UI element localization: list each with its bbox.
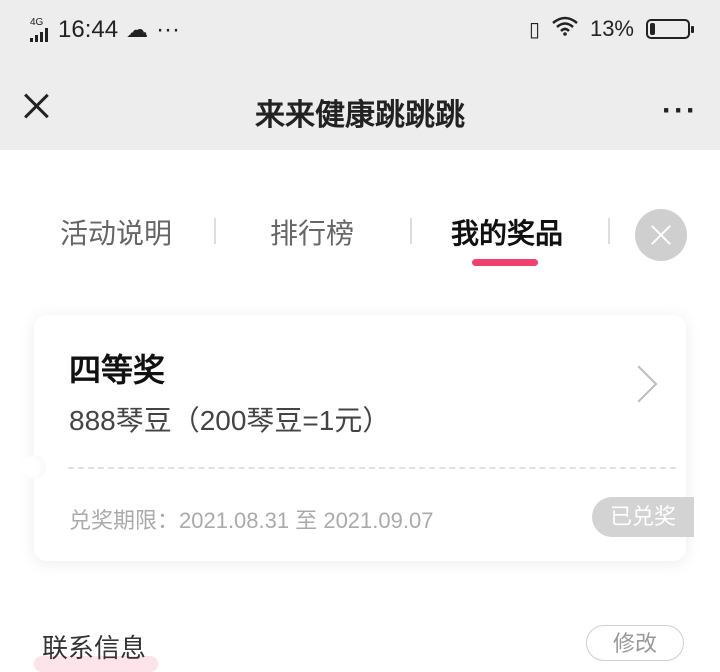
title-bar: 来来健康跳跳跳 ··· [0, 64, 720, 150]
tab-divider [410, 218, 412, 244]
prize-card[interactable]: 四等奖 888琴豆（200琴豆=1元） 兑奖期限：2021.08.31 至 20… [22, 315, 694, 561]
tab-leaderboard[interactable]: 排行榜 [270, 212, 354, 252]
tab-divider [608, 218, 610, 244]
vibrate-icon: ▯ [528, 18, 540, 41]
more-options-icon[interactable]: ··· [662, 94, 698, 128]
dashed-divider [68, 467, 676, 469]
tab-divider [214, 218, 216, 244]
page-title: 来来健康跳跳跳 [255, 99, 465, 132]
clock: 16:44 [58, 16, 119, 43]
edit-button[interactable]: 修改 [586, 625, 684, 661]
tab-my-prizes[interactable]: 我的奖品 [451, 212, 563, 252]
wifi-icon [552, 16, 578, 42]
active-tab-indicator [472, 259, 538, 266]
cellular-signal-icon: 4G [30, 18, 48, 42]
notification-more: ··· [156, 16, 181, 43]
card-notch [22, 455, 46, 479]
status-badge: 已兑奖 [592, 497, 694, 537]
cloud-icon: ☁ [126, 17, 149, 42]
battery-icon [646, 19, 694, 39]
chevron-right-icon[interactable] [620, 365, 658, 403]
redeem-deadline: 兑奖期限：2021.08.31 至 2021.09.07 [69, 508, 434, 533]
tab-bar: 活动说明 排行榜 我的奖品 [0, 200, 720, 270]
battery-percent: 13% [589, 16, 634, 41]
network-type: 4G [30, 17, 44, 28]
close-panel-icon[interactable] [635, 209, 687, 261]
tab-rules[interactable]: 活动说明 [60, 212, 172, 252]
prize-description: 888琴豆（200琴豆=1元） [69, 405, 391, 436]
contact-info-heading: 联系信息 [42, 633, 147, 663]
status-bar: 4G 16:44 ☁ ··· ▯ 13% [0, 0, 720, 64]
prize-name: 四等奖 [69, 352, 166, 388]
